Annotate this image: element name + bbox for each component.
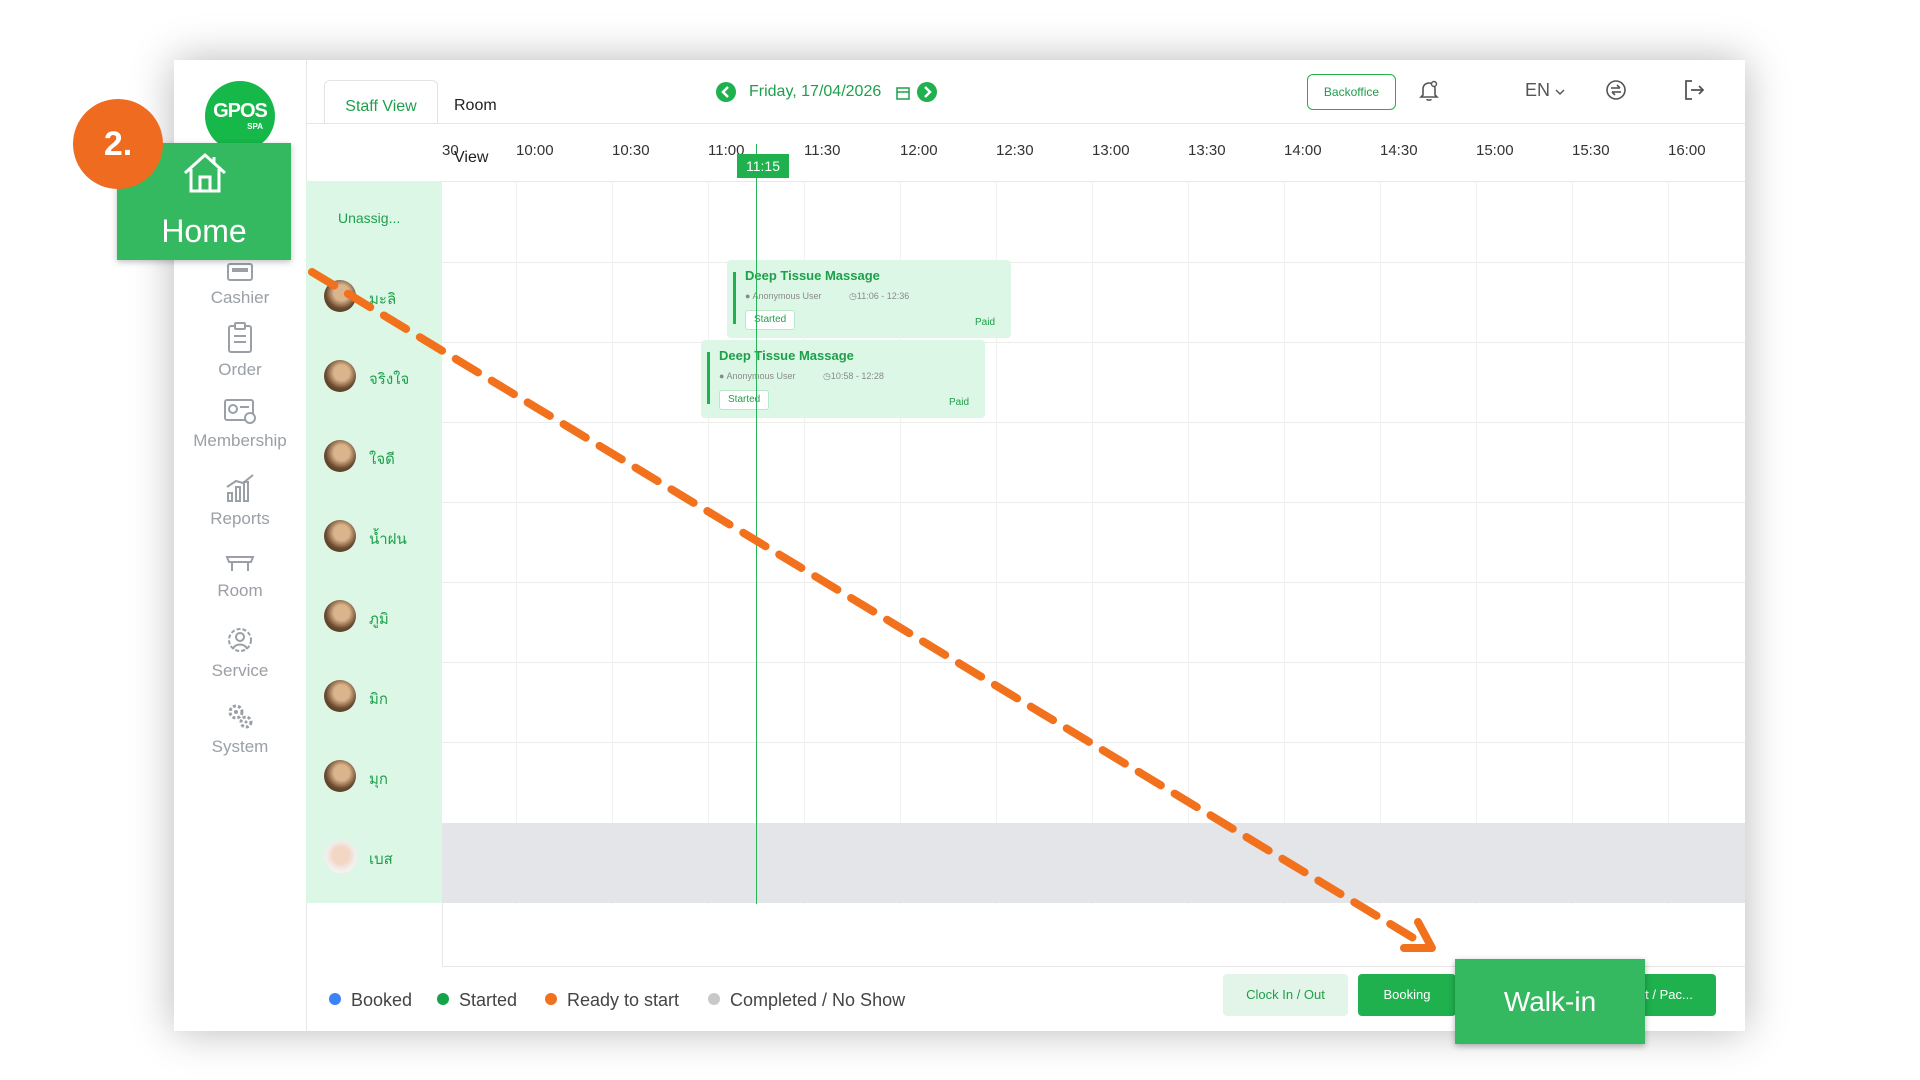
home-icon [183,153,227,193]
step-number-badge: 2. [73,99,163,189]
home-label: Home [161,213,247,249]
walk-in-button-highlight[interactable]: Walk-in [1455,959,1645,1044]
